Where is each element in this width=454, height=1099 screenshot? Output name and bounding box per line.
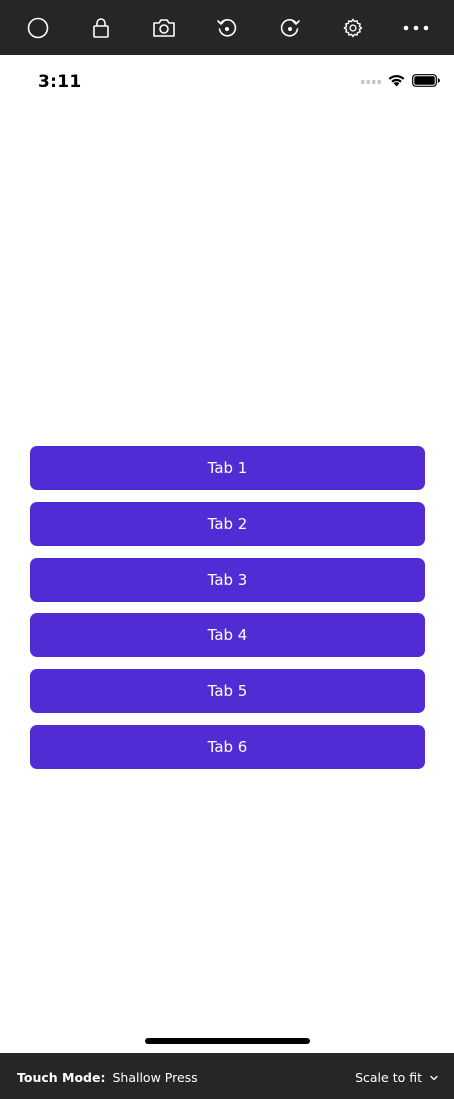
status-bar: 3:11 [0,55,454,111]
rotate-left-icon [217,18,237,37]
tab-5-button[interactable]: Tab 5 [30,669,425,714]
wifi-icon [388,75,405,87]
tab-button-list: Tab 1 Tab 2 Tab 3 Tab 4 Tab 5 Tab 6 [30,446,425,781]
simulator-bottom-bar: Touch Mode: Shallow Press Scale to fit [0,1053,454,1099]
tab-6-button[interactable]: Tab 6 [30,724,425,769]
tab-3-button[interactable]: Tab 3 [30,557,425,602]
home-button[interactable] [18,8,58,48]
simulator-window: 3:11 Tab 1 Tab 2 Tab 3 Tab 4 Tab 5 Tab 6… [0,0,454,1099]
rotate-right-icon [280,18,300,37]
gear-icon [343,18,363,37]
battery-icon [412,74,440,87]
screenshot-button[interactable] [144,8,184,48]
more-icon [404,25,429,30]
tab-4-button[interactable]: Tab 4 [30,613,425,658]
home-indicator[interactable] [145,1038,310,1044]
settings-button[interactable] [333,8,373,48]
simulator-toolbar [0,0,454,55]
status-icons [361,74,440,87]
tab-2-button[interactable]: Tab 2 [30,501,425,546]
more-button[interactable] [396,8,436,48]
scale-dropdown[interactable]: Scale to fit [355,1070,438,1085]
tab-1-button[interactable]: Tab 1 [30,446,425,490]
camera-icon [153,18,175,37]
touch-mode-control[interactable]: Touch Mode: Shallow Press [17,1070,198,1085]
touch-mode-value: Shallow Press [112,1070,198,1085]
touch-mode-label: Touch Mode: [17,1070,106,1085]
lock-button[interactable] [81,8,121,48]
status-time: 3:11 [38,72,82,92]
lock-icon [92,17,109,38]
circle-icon [27,17,48,38]
rotate-left-button[interactable] [207,8,247,48]
chevron-down-icon [430,1075,438,1080]
rotate-right-button[interactable] [270,8,310,48]
scale-value: Scale to fit [355,1070,422,1085]
cellular-signal-icon [361,79,381,84]
